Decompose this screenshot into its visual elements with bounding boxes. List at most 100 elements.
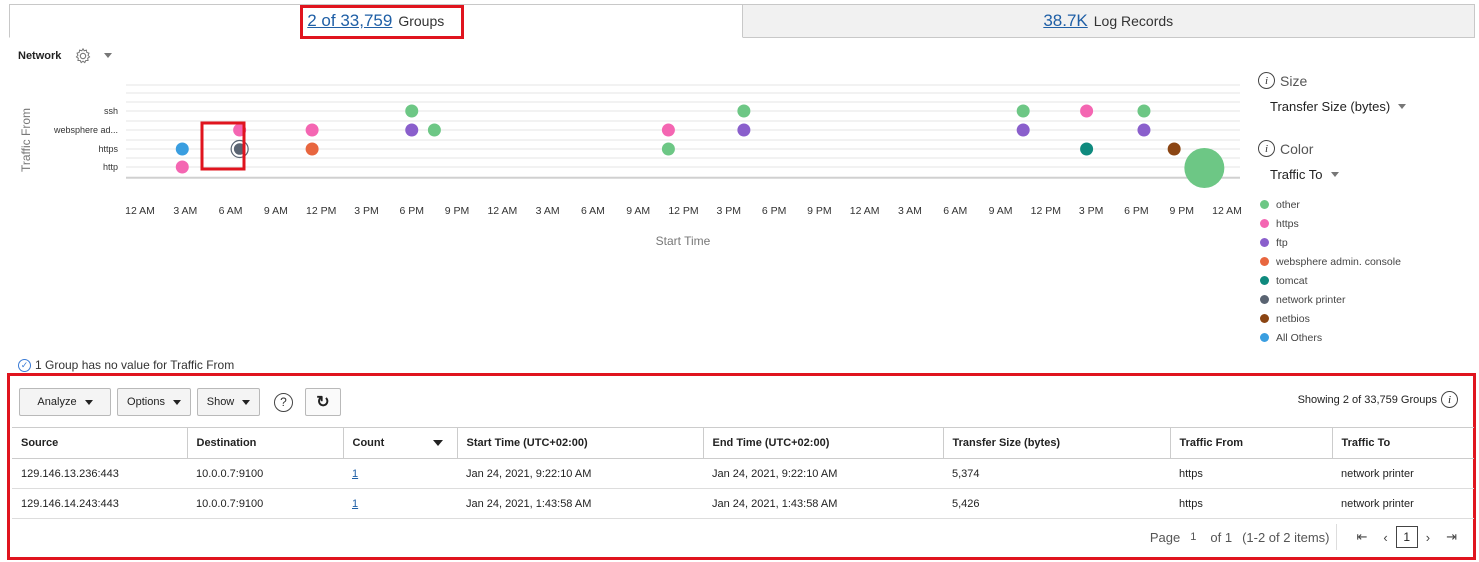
data-point[interactable] xyxy=(405,104,419,118)
data-point[interactable] xyxy=(1080,142,1094,156)
data-point[interactable] xyxy=(305,142,319,156)
x-tick-label: 3 PM xyxy=(1079,205,1104,217)
data-point[interactable] xyxy=(1016,123,1030,137)
current-page-button[interactable]: 1 xyxy=(1395,526,1418,548)
column-header[interactable]: Traffic From xyxy=(1170,427,1333,459)
x-tick-label: 9 PM xyxy=(807,205,832,217)
x-tick-label: 6 PM xyxy=(1124,205,1149,217)
count-header-label: Count xyxy=(352,437,385,449)
cell-start-time: Jan 24, 2021, 9:22:10 AM xyxy=(457,458,703,489)
cell-source: 129.146.13.236:443 xyxy=(12,458,187,489)
x-tick-label: 9 AM xyxy=(264,205,288,217)
legend-item[interactable]: tomcat xyxy=(1260,271,1473,290)
column-header[interactable]: Destination xyxy=(187,427,344,459)
legend-swatch xyxy=(1260,257,1269,266)
column-header[interactable]: Traffic To xyxy=(1332,427,1474,459)
cell-traffic-to: network printer xyxy=(1332,488,1474,519)
x-axis-label: Start Time xyxy=(656,234,711,248)
x-tick-label: 12 PM xyxy=(668,205,698,217)
info-icon[interactable]: i xyxy=(1258,72,1275,89)
pagination: Page 1 of 1 (1-2 of 2 items) ⇤ ‹ 1 › ⇥ xyxy=(1150,524,1457,550)
chevron-down-icon xyxy=(172,399,181,405)
info-icon[interactable]: i xyxy=(1258,140,1275,157)
data-point[interactable] xyxy=(1137,123,1151,137)
data-point[interactable] xyxy=(661,123,675,137)
data-point[interactable] xyxy=(1137,104,1151,118)
analyze-button[interactable]: Analyze xyxy=(19,388,111,416)
column-header-count[interactable]: Count xyxy=(343,427,458,459)
column-header[interactable]: Transfer Size (bytes) xyxy=(943,427,1171,459)
data-point[interactable] xyxy=(427,123,441,137)
analyze-label: Analyze xyxy=(37,396,77,408)
tab-log-records[interactable]: 38.7K Log Records xyxy=(742,4,1475,38)
legend-item[interactable]: websphere admin. console xyxy=(1260,252,1473,271)
x-tick-label: 6 AM xyxy=(943,205,967,217)
legend-item[interactable]: https xyxy=(1260,214,1473,233)
x-tick-label: 12 PM xyxy=(1031,205,1061,217)
legend-item[interactable]: network printer xyxy=(1260,290,1473,309)
cell-end-time: Jan 24, 2021, 1:43:58 AM xyxy=(703,488,943,519)
refresh-icon: ↻ xyxy=(316,394,330,411)
color-select[interactable]: Traffic To xyxy=(1270,167,1473,182)
legend-item[interactable]: netbios xyxy=(1260,309,1473,328)
no-value-note[interactable]: ✓ 1 Group has no value for Traffic From xyxy=(18,358,234,372)
next-page-icon[interactable]: › xyxy=(1426,530,1430,545)
legend-label: ftp xyxy=(1276,236,1288,249)
options-label: Options xyxy=(127,396,165,408)
data-point[interactable] xyxy=(175,160,189,174)
cell-transfer-size: 5,374 xyxy=(943,458,1170,489)
table-row[interactable]: 129.146.13.236:443 10.0.0.7:9100 1 Jan 2… xyxy=(12,458,1474,489)
info-icon[interactable]: i xyxy=(1441,391,1458,408)
x-tick-label: 12 AM xyxy=(850,205,880,217)
data-point[interactable] xyxy=(737,104,751,118)
legend-label: network printer xyxy=(1276,293,1346,306)
data-point[interactable] xyxy=(305,123,319,137)
column-header[interactable]: Start Time (UTC+02:00) xyxy=(457,427,704,459)
refresh-button[interactable]: ↻ xyxy=(305,388,341,416)
log-records-count-link[interactable]: 38.7K xyxy=(1043,11,1087,31)
x-tick-label: 3 PM xyxy=(717,205,742,217)
x-tick-label: 3 AM xyxy=(898,205,922,217)
data-point[interactable] xyxy=(737,123,751,137)
data-point[interactable] xyxy=(1016,104,1030,118)
data-point[interactable] xyxy=(1184,148,1225,188)
show-button[interactable]: Show xyxy=(197,388,260,416)
legend-label: All Others xyxy=(1276,331,1323,344)
chevron-down-icon[interactable] xyxy=(104,53,112,58)
cell-count: 1 xyxy=(343,458,457,489)
check-circle-icon: ✓ xyxy=(18,358,31,372)
cell-destination: 10.0.0.7:9100 xyxy=(187,488,343,519)
legend-swatch xyxy=(1260,238,1269,247)
x-tick-label: 12 PM xyxy=(306,205,336,217)
size-select[interactable]: Transfer Size (bytes) xyxy=(1270,99,1473,114)
data-point[interactable] xyxy=(1080,104,1094,118)
count-link[interactable]: 1 xyxy=(352,468,358,480)
page-number-input[interactable]: 1 xyxy=(1190,531,1196,543)
chevron-down-icon xyxy=(1398,104,1407,109)
cell-source: 129.146.14.243:443 xyxy=(12,488,187,519)
x-tick-label: 6 AM xyxy=(581,205,605,217)
previous-page-icon[interactable]: ‹ xyxy=(1383,530,1387,545)
data-point[interactable] xyxy=(1167,142,1181,156)
sort-desc-icon[interactable] xyxy=(432,440,443,446)
legend-item[interactable]: All Others xyxy=(1260,328,1473,347)
column-header[interactable]: Source xyxy=(12,427,188,459)
legend-item[interactable]: ftp xyxy=(1260,233,1473,252)
color-label: Color xyxy=(1280,140,1314,157)
options-button[interactable]: Options xyxy=(117,388,191,416)
legend-item[interactable]: other xyxy=(1260,195,1473,214)
cell-end-time: Jan 24, 2021, 9:22:10 AM xyxy=(703,458,943,489)
data-point[interactable] xyxy=(661,142,675,156)
help-icon[interactable]: ? xyxy=(274,392,293,412)
legend-swatch xyxy=(1260,200,1269,209)
data-point[interactable] xyxy=(175,142,189,156)
last-page-icon[interactable]: ⇥ xyxy=(1446,529,1457,545)
cell-traffic-from: https xyxy=(1170,458,1332,489)
first-page-icon[interactable]: ⇤ xyxy=(1357,529,1368,545)
x-tick-label: 9 PM xyxy=(1169,205,1194,217)
count-link[interactable]: 1 xyxy=(352,498,358,510)
table-row[interactable]: 129.146.14.243:443 10.0.0.7:9100 1 Jan 2… xyxy=(12,488,1474,519)
data-point[interactable] xyxy=(405,123,419,137)
table-toolbar: Analyze Options Show ? ↻ xyxy=(19,388,341,416)
column-header[interactable]: End Time (UTC+02:00) xyxy=(703,427,944,459)
